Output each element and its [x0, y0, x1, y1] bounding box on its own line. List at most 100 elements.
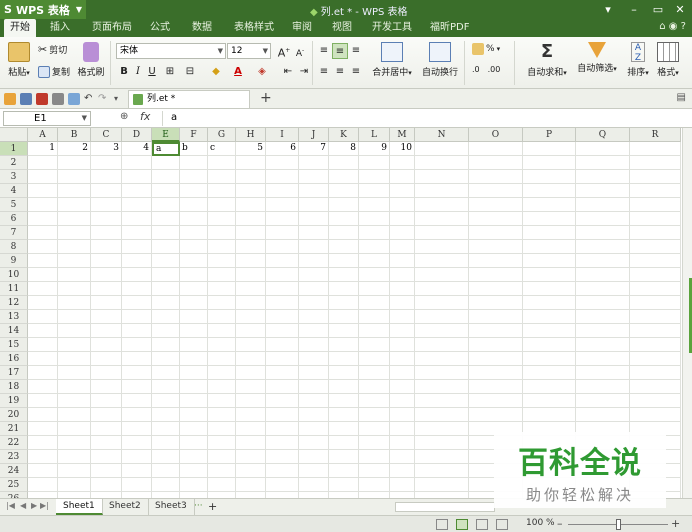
cell-a24[interactable] [28, 464, 58, 478]
cell-e24[interactable] [152, 464, 180, 478]
cell-e21[interactable] [152, 422, 180, 436]
cell-k6[interactable] [329, 212, 359, 226]
cell-m7[interactable] [390, 226, 415, 240]
tab-formulas[interactable]: 公式 [144, 19, 176, 37]
column-header-k[interactable]: K [329, 128, 359, 142]
cell-q6[interactable] [576, 212, 630, 226]
cell-b5[interactable] [58, 198, 91, 212]
cell-o9[interactable] [469, 254, 523, 268]
cell-m5[interactable] [390, 198, 415, 212]
cell-k17[interactable] [329, 366, 359, 380]
column-header-r[interactable]: R [630, 128, 681, 142]
cell-d18[interactable] [122, 380, 152, 394]
cell-l16[interactable] [359, 352, 390, 366]
cell-h24[interactable] [236, 464, 266, 478]
column-header-f[interactable]: F [180, 128, 208, 142]
cell-p6[interactable] [523, 212, 576, 226]
cell-d14[interactable] [122, 324, 152, 338]
add-sheet-button[interactable]: + [205, 499, 220, 515]
column-header-n[interactable]: N [415, 128, 469, 142]
cell-i8[interactable] [266, 240, 299, 254]
row-header-8[interactable]: 8 [0, 240, 28, 254]
row-header-12[interactable]: 12 [0, 296, 28, 310]
cell-l17[interactable] [359, 366, 390, 380]
cell-a9[interactable] [28, 254, 58, 268]
cell-k2[interactable] [329, 156, 359, 170]
cell-k20[interactable] [329, 408, 359, 422]
cell-e19[interactable] [152, 394, 180, 408]
cell-i25[interactable] [266, 478, 299, 492]
cell-m20[interactable] [390, 408, 415, 422]
cell-f22[interactable] [180, 436, 208, 450]
cell-p18[interactable] [523, 380, 576, 394]
cell-i22[interactable] [266, 436, 299, 450]
cell-i5[interactable] [266, 198, 299, 212]
cell-g22[interactable] [208, 436, 236, 450]
cell-r2[interactable] [630, 156, 681, 170]
sheet-tab-3[interactable]: Sheet3 [148, 499, 195, 515]
cell-n4[interactable] [415, 184, 469, 198]
cell-d13[interactable] [122, 310, 152, 324]
cell-d9[interactable] [122, 254, 152, 268]
cell-h6[interactable] [236, 212, 266, 226]
cell-a18[interactable] [28, 380, 58, 394]
app-menu-button[interactable]: S WPS 表格 ▼ [0, 0, 86, 19]
cell-g9[interactable] [208, 254, 236, 268]
cell-r7[interactable] [630, 226, 681, 240]
cell-c6[interactable] [91, 212, 122, 226]
cell-p17[interactable] [523, 366, 576, 380]
cell-p7[interactable] [523, 226, 576, 240]
cell-h13[interactable] [236, 310, 266, 324]
cell-b23[interactable] [58, 450, 91, 464]
cell-o11[interactable] [469, 282, 523, 296]
formula-input[interactable]: a [162, 111, 688, 126]
tab-developer[interactable]: 开发工具 [366, 19, 418, 37]
cell-o4[interactable] [469, 184, 523, 198]
cell-r19[interactable] [630, 394, 681, 408]
cell-q16[interactable] [576, 352, 630, 366]
cell-n18[interactable] [415, 380, 469, 394]
cell-j7[interactable] [299, 226, 329, 240]
cell-b14[interactable] [58, 324, 91, 338]
normal-view-icon[interactable] [436, 519, 448, 530]
cell-a10[interactable] [28, 268, 58, 282]
cell-c8[interactable] [91, 240, 122, 254]
cell-i2[interactable] [266, 156, 299, 170]
cell-k1[interactable]: 8 [329, 142, 359, 156]
underline-button[interactable]: U [144, 64, 160, 80]
cell-l24[interactable] [359, 464, 390, 478]
cell-q14[interactable] [576, 324, 630, 338]
cell-n20[interactable] [415, 408, 469, 422]
copy-button[interactable]: 复制 [38, 65, 70, 78]
cell-k13[interactable] [329, 310, 359, 324]
cell-k15[interactable] [329, 338, 359, 352]
cell-b22[interactable] [58, 436, 91, 450]
cell-n10[interactable] [415, 268, 469, 282]
column-header-e[interactable]: E [152, 128, 180, 142]
cell-d15[interactable] [122, 338, 152, 352]
cell-g23[interactable] [208, 450, 236, 464]
cell-f2[interactable] [180, 156, 208, 170]
cell-f20[interactable] [180, 408, 208, 422]
cell-i11[interactable] [266, 282, 299, 296]
cell-d22[interactable] [122, 436, 152, 450]
cell-g6[interactable] [208, 212, 236, 226]
cell-o8[interactable] [469, 240, 523, 254]
row-header-10[interactable]: 10 [0, 268, 28, 282]
cell-f1[interactable]: b [180, 142, 208, 156]
sheet-tab-2[interactable]: Sheet2 [102, 499, 149, 515]
zoom-out-button[interactable]: – [557, 517, 563, 530]
active-cell-e1[interactable]: a [152, 142, 180, 156]
tab-view[interactable]: 视图 [326, 19, 358, 37]
cell-e14[interactable] [152, 324, 180, 338]
print-preview-icon[interactable] [68, 93, 80, 105]
cell-j6[interactable] [299, 212, 329, 226]
tab-insert[interactable]: 插入 [44, 19, 76, 37]
percent-format-button[interactable]: % ▾ [472, 43, 500, 55]
first-sheet-icon[interactable]: |◀ [6, 501, 15, 510]
cell-g15[interactable] [208, 338, 236, 352]
cell-h17[interactable] [236, 366, 266, 380]
cell-l1[interactable]: 9 [359, 142, 390, 156]
cell-h10[interactable] [236, 268, 266, 282]
cell-k14[interactable] [329, 324, 359, 338]
